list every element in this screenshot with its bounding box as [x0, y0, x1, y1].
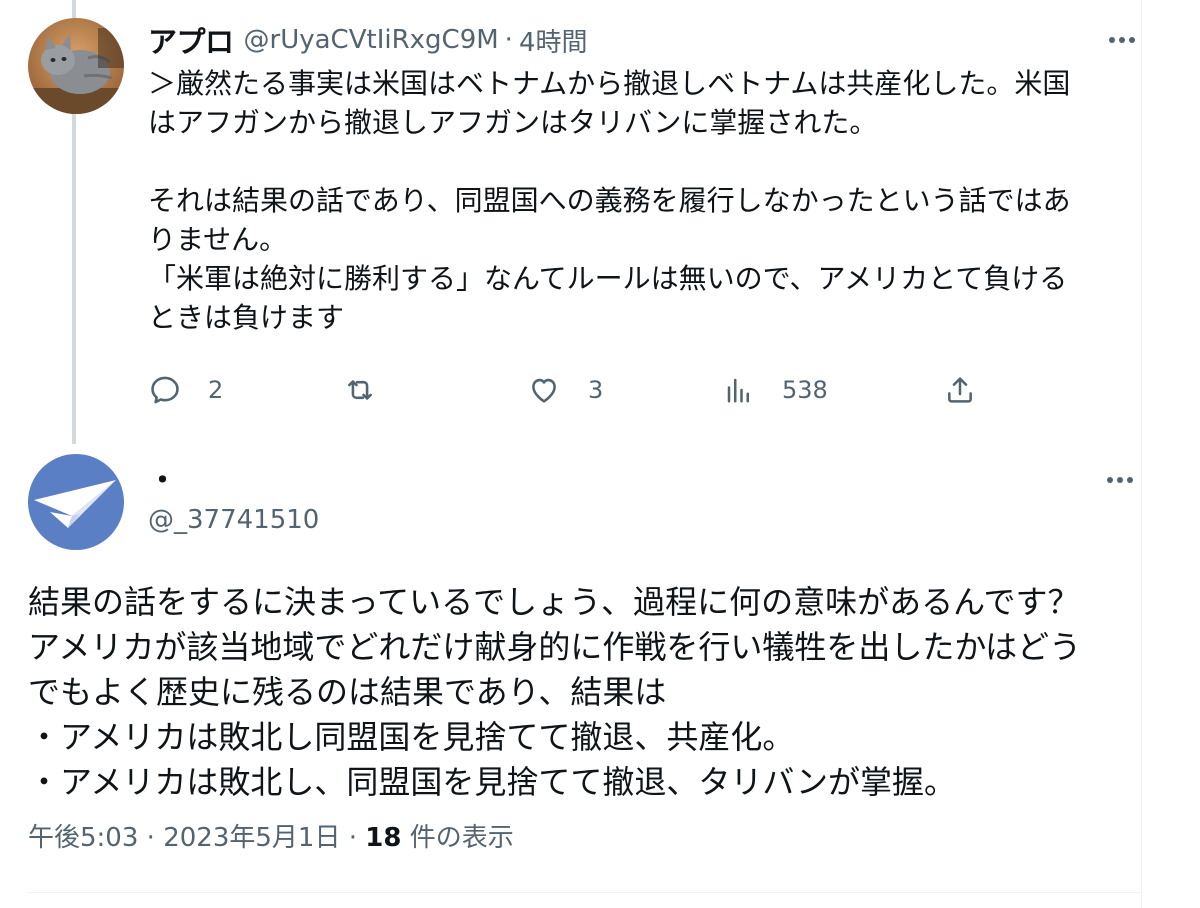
tweet-metadata: 午後5:03 · 2023年5月1日 · 18 件の表示: [28, 818, 514, 858]
reply-tweet-body: アプロ @rUyaCVtIiRxgC9M · 4時間 ＞厳然たる事実は米国はベト…: [148, 18, 1142, 404]
separator-dot: ·: [138, 823, 164, 853]
heart-icon: [532, 378, 556, 403]
tweet-text-line: ・アメリカは敗北し同盟国を見捨てて撤退、共産化。: [28, 718, 795, 756]
separator-dot: ·: [340, 823, 366, 853]
paper-plane-avatar-image: [28, 454, 124, 550]
avatar[interactable]: [28, 454, 124, 550]
tweet-text-line: でもよく歴史に残るのは結果であり、結果は: [28, 673, 667, 711]
post-date[interactable]: 2023年5月1日: [163, 823, 340, 853]
like-count: 3: [588, 376, 604, 404]
reply-header: アプロ @rUyaCVtIiRxgC9M · 4時間: [148, 18, 1142, 62]
views-button[interactable]: 538: [724, 368, 828, 412]
reply-icon: [151, 376, 179, 404]
reply-more-button[interactable]: [1102, 24, 1142, 56]
avatar[interactable]: [28, 18, 124, 114]
reply-count: 2: [208, 376, 224, 404]
view-label: 件の表示: [401, 823, 514, 853]
tweet-text-line: ときは負けます: [148, 301, 345, 334]
more-icon: [1109, 37, 1135, 43]
separator-dot: ·: [504, 25, 513, 55]
like-button[interactable]: 3: [526, 368, 603, 412]
share-button[interactable]: [944, 368, 976, 412]
reply-tweet-text: ＞厳然たる事実は米国はベトナムから撤退しベトナムは共産化した。米国 はアフガンか…: [148, 64, 1138, 337]
cat-avatar-image: [28, 18, 124, 114]
user-handle[interactable]: @_37741510: [148, 500, 319, 540]
reply-button[interactable]: 2: [148, 368, 223, 412]
view-count: 18: [365, 823, 402, 853]
display-name[interactable]: アプロ: [148, 19, 234, 61]
tweet-text-line: ・アメリカは敗北し、同盟国を見捨てて撤退、タリバンが掌握。: [28, 763, 957, 801]
relative-time[interactable]: 4時間: [519, 22, 588, 59]
tweet-page: アプロ @rUyaCVtIiRxgC9M · 4時間 ＞厳然たる事実は米国はベト…: [0, 0, 1200, 908]
post-time[interactable]: 午後5:03: [28, 823, 138, 853]
tweet-text-line: アメリカが該当地域でどれだけ献身的に作戦を行い犠牲を出したかはどう: [28, 628, 1082, 666]
more-icon: [1107, 477, 1133, 483]
tweet-text-line: ＞厳然たる事実は米国はベトナムから撤退しベトナムは共産化した。米国: [148, 67, 1071, 100]
paragraph-break: [148, 142, 1138, 181]
main-tweet-text: 結果の話をするに決まっているでしょう、過程に何の意味があるんです？ アメリカが該…: [28, 580, 1148, 805]
tweet-text-line: 「米軍は絶対に勝利する」なんてルールは無いので、アメリカとて負ける: [148, 262, 1068, 295]
tweet-text-line: はアフガンから撤退しアフガンはタリバンに掌握された。: [148, 106, 878, 139]
display-name[interactable]: ・: [148, 460, 177, 500]
main-more-button[interactable]: [1100, 464, 1140, 496]
views-count: 538: [782, 376, 828, 404]
analytics-icon: [727, 378, 749, 403]
tweet-text-line: りません。: [148, 223, 288, 256]
tweet-text-line: 結果の話をするに決まっているでしょう、過程に何の意味があるんです？: [28, 583, 1080, 621]
reply-action-bar: 2 3 538: [148, 368, 1142, 412]
divider: [28, 892, 1140, 893]
tweet-text-line: それは結果の話であり、同盟国への義務を履行しなかったという話ではあ: [148, 184, 1071, 217]
retweet-icon: [348, 380, 372, 400]
share-icon: [948, 377, 972, 403]
user-handle[interactable]: @rUyaCVtIiRxgC9M: [244, 25, 499, 55]
retweet-button[interactable]: [342, 368, 378, 412]
